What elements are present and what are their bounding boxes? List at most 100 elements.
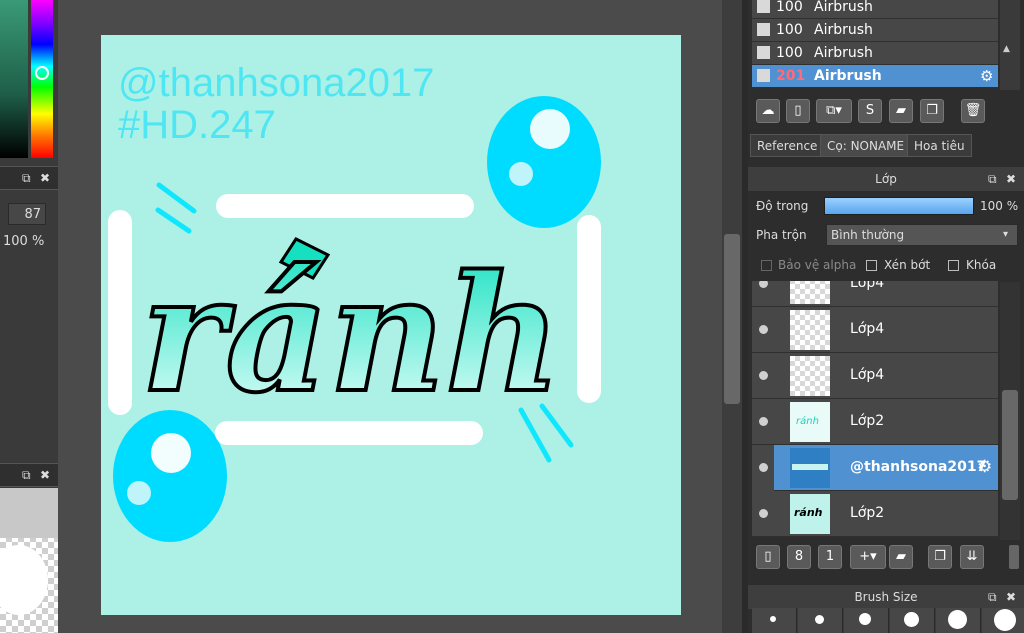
watermark-line-2: #HD.247 (118, 103, 276, 147)
copy-dropdown-icon[interactable]: ⧉▾ (816, 99, 852, 123)
layer-opacity-slider[interactable] (824, 197, 974, 215)
protect-alpha-label: Bảo vệ alpha (778, 258, 857, 272)
frame-bar-right (577, 215, 601, 403)
brush-checkbox[interactable] (757, 46, 770, 59)
duplicate-icon[interactable]: ❐ (928, 545, 952, 569)
chevron-down-icon: ▾ (1003, 229, 1009, 240)
layer-name: Lớp4 (850, 281, 885, 291)
layer-name: Lớp4 (850, 321, 885, 337)
layer-row[interactable]: ránh Lớp2 (752, 399, 998, 445)
size-dot-icon (994, 609, 1016, 631)
popout-icon[interactable]: ⧉ (988, 167, 997, 191)
brush-size-preset[interactable] (982, 608, 1024, 633)
tab-brush[interactable]: Cọ: NONAME (820, 134, 912, 157)
eye-icon[interactable] (759, 281, 768, 288)
bubble-highlight-small (127, 481, 151, 505)
brush-size-input[interactable]: 87 (8, 203, 46, 225)
protect-alpha-checkbox[interactable] (761, 260, 772, 271)
toolbar-scroll-handle[interactable] (1009, 545, 1019, 569)
layer-row[interactable]: Lớp4 (752, 307, 998, 353)
add-dropdown-icon[interactable]: +▾ (850, 545, 886, 569)
new-layer-icon[interactable]: ▯ (756, 545, 780, 569)
clipping-label: Xén bớt (884, 258, 931, 272)
blend-mode-select[interactable]: Bình thường ▾ (826, 224, 1018, 246)
size-dot-icon (815, 615, 824, 624)
close-icon[interactable]: ✖ (40, 171, 50, 185)
watermark-line-1: @thanhsona2017 (118, 61, 435, 105)
hue-selector-ring[interactable] (35, 66, 49, 80)
brush-checkbox[interactable] (757, 23, 770, 36)
close-icon[interactable]: ✖ (40, 468, 50, 482)
layer-name: Lớp2 (850, 505, 885, 521)
clipping-checkbox[interactable] (866, 260, 877, 271)
lettering-text: ránh (141, 240, 562, 428)
size-dot-icon (770, 616, 776, 622)
eye-icon[interactable] (759, 509, 768, 518)
eye-icon[interactable] (759, 325, 768, 334)
brush-size-presets (752, 608, 1024, 633)
bubble-bottom-left (113, 410, 227, 542)
tab-navigator[interactable]: Hoa tiêu (907, 134, 972, 157)
brush-checkbox[interactable] (757, 0, 770, 13)
brush-size-preset[interactable] (844, 608, 889, 633)
brush-list-item[interactable]: 100 Airbrush (752, 19, 998, 42)
brush-size: 100 (776, 22, 803, 38)
brush-list-item-selected[interactable]: 201 Airbrush ⚙ (752, 65, 998, 88)
eye-icon[interactable] (759, 417, 768, 426)
folder-icon[interactable]: ▰ (889, 99, 913, 123)
brush-list-scrollbar[interactable]: ▲ (1000, 0, 1020, 90)
layer-row[interactable]: Lớp4 (752, 281, 998, 307)
brush-size-preset[interactable] (798, 608, 843, 633)
popout-icon[interactable]: ⧉ (22, 171, 31, 186)
popout-icon[interactable]: ⧉ (22, 468, 31, 483)
brush-size-preset[interactable] (752, 608, 797, 633)
thumbnail-strip (792, 464, 828, 470)
brush-list-item[interactable]: 100 Airbrush (752, 0, 998, 19)
lock-checkbox[interactable] (948, 260, 959, 271)
eye-icon[interactable] (759, 371, 768, 380)
brush-size-preset[interactable] (936, 608, 981, 633)
canvas-scroll-thumb[interactable] (724, 234, 740, 404)
brush-list-item[interactable]: 100 Airbrush (752, 42, 998, 65)
duplicate-icon[interactable]: ❐ (920, 99, 944, 123)
opacity-label: Độ trong (756, 199, 809, 213)
gear-icon[interactable]: ⚙ (977, 457, 992, 477)
drawing-canvas[interactable]: ránh @thanhsona2017 #HD.247 (101, 35, 681, 615)
frame-bar-top (216, 194, 474, 218)
preview-header: ⧉ ✖ (0, 463, 58, 487)
layer-scroll-thumb[interactable] (1002, 390, 1018, 500)
scroll-up-icon[interactable]: ▲ (1003, 44, 1010, 54)
script-icon[interactable]: S (858, 99, 882, 123)
brush-size-preset[interactable] (890, 608, 935, 633)
merge-icon[interactable]: ⇊ (960, 545, 984, 569)
layer-opacity-value: 100 % (980, 199, 1019, 213)
layer-row-selected[interactable]: @thanhsona2017 ⚙ (774, 445, 998, 491)
layer-row[interactable]: ránh Lớp2 (752, 491, 998, 537)
layer-row[interactable]: Lớp4 (752, 353, 998, 399)
close-icon[interactable]: ✖ (1006, 167, 1016, 191)
lock-label: Khóa (966, 258, 997, 272)
color-saturation-value-picker[interactable] (0, 0, 28, 158)
new-1bit-layer-icon[interactable]: 1 (818, 545, 842, 569)
bubble-highlight-small (509, 162, 533, 186)
layer-panel-header: Lớp ⧉ ✖ (748, 167, 1024, 191)
layer-panel-title: Lớp (875, 172, 897, 186)
brush-checkbox[interactable] (757, 69, 770, 82)
brush-name: Airbrush (814, 0, 873, 15)
trash-icon[interactable]: 🗑 (961, 99, 985, 123)
bubble-highlight-large (151, 433, 191, 473)
eye-icon[interactable] (759, 463, 768, 472)
close-icon[interactable]: ✖ (1006, 585, 1016, 609)
brush-size-panel-title: Brush Size (854, 590, 918, 604)
gear-icon[interactable]: ⚙ (980, 65, 993, 87)
tab-reference[interactable]: Reference (750, 134, 825, 157)
folder-icon[interactable]: ▰ (889, 545, 913, 569)
brush-size: 201 (776, 68, 806, 84)
layer-name: Lớp4 (850, 367, 885, 383)
cloud-upload-icon[interactable]: ☁ (756, 99, 780, 123)
new-8bit-layer-icon[interactable]: 8 (787, 545, 811, 569)
popout-icon[interactable]: ⧉ (988, 585, 997, 609)
layer-row-visibility[interactable] (752, 445, 774, 491)
layer-list: Lớp4 Lớp4 Lớp4 ránh Lớp2 @thanhsona2017 … (752, 281, 998, 540)
new-page-icon[interactable]: ▯ (786, 99, 810, 123)
